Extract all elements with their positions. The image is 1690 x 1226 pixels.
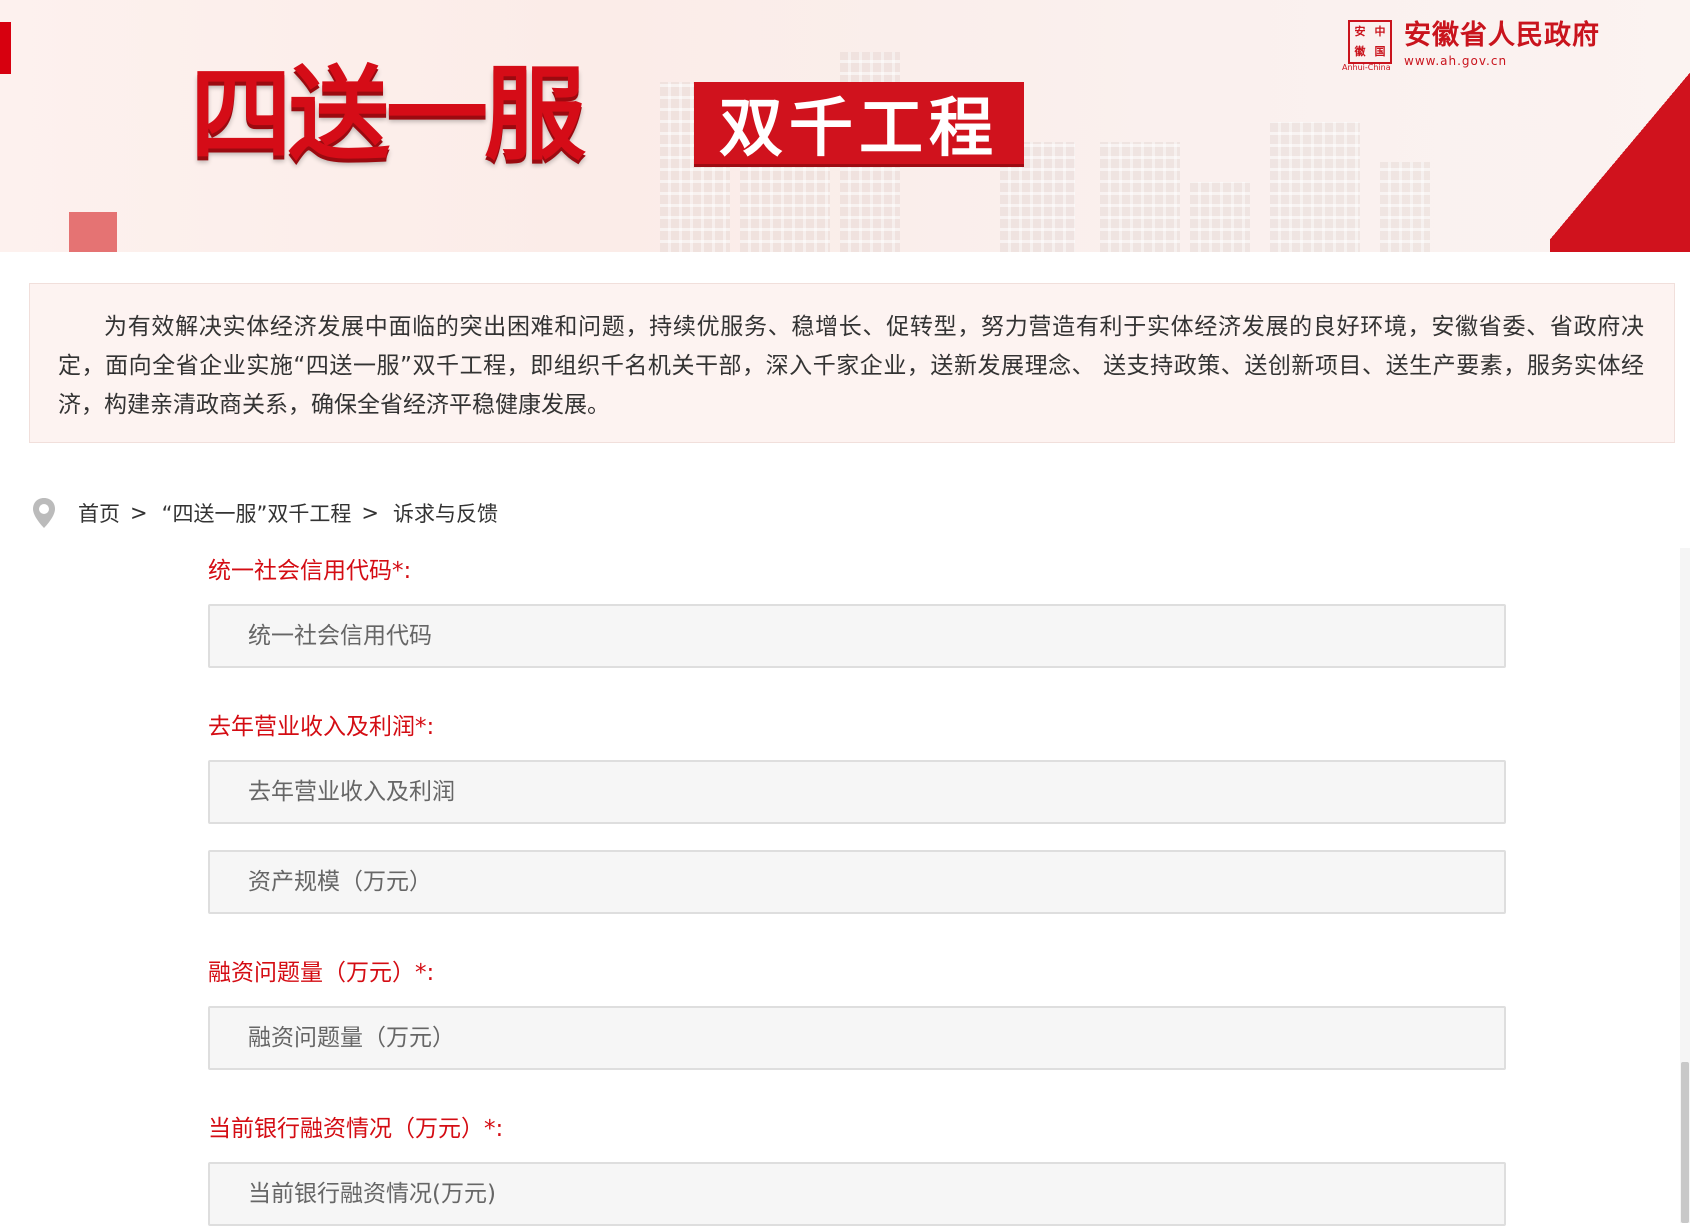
financing-label: 融资问题量（万元）*: [208, 960, 435, 986]
building-decor [1190, 182, 1250, 252]
bank-financing-label: 当前银行融资情况（万元）*: [208, 1116, 504, 1142]
banner-subtitle-box: 双千工程 [694, 82, 1024, 166]
credit-code-label: 统一社会信用代码*: [208, 558, 412, 584]
building-decor [1100, 142, 1180, 252]
breadcrumb-separator: > [361, 501, 379, 525]
credit-code-input[interactable] [208, 604, 1506, 668]
corner-red-triangle [1550, 60, 1690, 252]
intro-text: 为有效解决实体经济发展中面临的突出困难和问题，持续优服务、稳增长、促转型，努力营… [29, 283, 1675, 443]
decor-square [69, 212, 117, 252]
breadcrumb-home[interactable]: 首页 [78, 498, 120, 528]
financing-input[interactable] [208, 1006, 1506, 1070]
building-decor [1270, 122, 1360, 252]
building-decor [1380, 162, 1430, 252]
breadcrumb-current: 诉求与反馈 [392, 502, 498, 526]
bank-financing-input[interactable] [208, 1162, 1506, 1226]
revenue-input[interactable] [208, 760, 1506, 824]
site-name: 安徽省人民政府 [1404, 20, 1600, 51]
gov-seal-icon: 安中 徽国 [1348, 20, 1392, 64]
assets-input[interactable] [208, 850, 1506, 914]
left-red-bar [0, 22, 11, 74]
scrollbar-thumb[interactable] [1681, 1062, 1689, 1223]
breadcrumb-section[interactable]: “四送一服”双千工程 [162, 498, 352, 528]
breadcrumb: 首页 > “四送一服”双千工程 > 诉求与反馈 [30, 496, 498, 530]
revenue-label: 去年营业收入及利润*: [208, 714, 435, 740]
banner-subtitle: 双千工程 [719, 91, 999, 166]
location-pin-icon [33, 498, 55, 528]
header-banner: 四送一服 双千工程 安中 徽国 Anhui-China 安徽省人民政府 www.… [0, 0, 1690, 252]
banner-title: 四送一服 [190, 55, 586, 175]
seal-caption: Anhui-China [1342, 63, 1391, 72]
breadcrumb-separator: > [130, 501, 148, 525]
